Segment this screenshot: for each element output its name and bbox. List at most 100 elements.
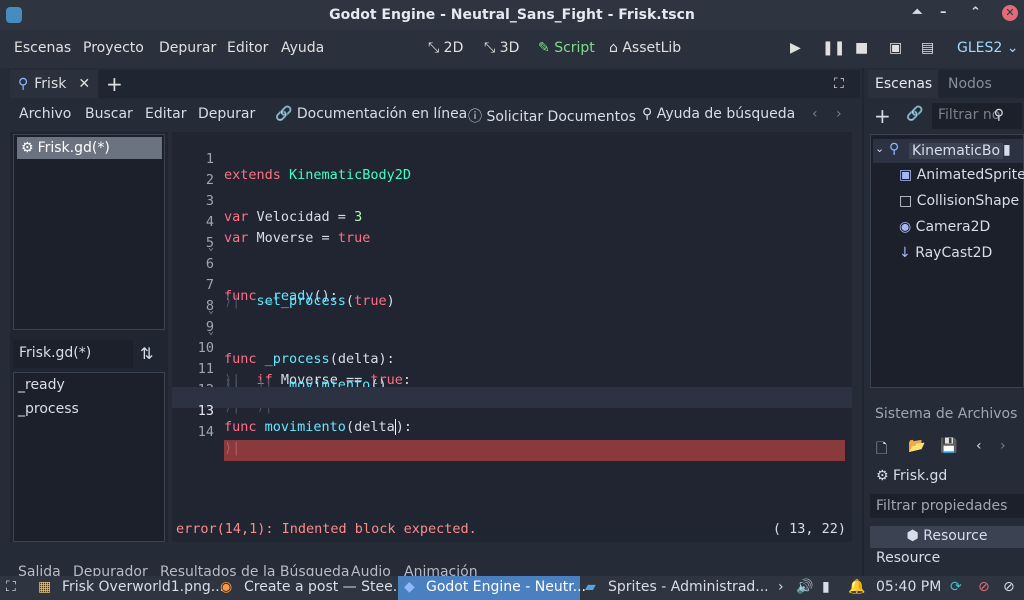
add-node-icon[interactable]: + xyxy=(874,104,891,128)
tab-audio[interactable]: Audio xyxy=(351,564,391,576)
folder-icon: ▰ xyxy=(585,579,596,595)
updater-icon[interactable]: ⟳ xyxy=(950,579,962,595)
title-bar: Godot Engine - Neutral_Sans_Fight - Fris… xyxy=(0,0,1024,30)
instance-link-icon[interactable]: 🔗 xyxy=(906,106,923,122)
play-scene-icon[interactable]: ▣ xyxy=(889,40,902,56)
code-line: 5 xyxy=(172,219,852,251)
mode-2d-button[interactable]: ⤡ 2D xyxy=(428,40,463,56)
kinematic-body-icon: ⚲ xyxy=(889,141,900,157)
save-icon[interactable]: 💾 xyxy=(940,438,957,454)
distraction-free-icon[interactable]: ⛶ xyxy=(834,70,844,98)
mode-script-label: Script xyxy=(554,40,595,56)
tree-node-animatedsprite[interactable]: ▣ AnimatedSprite xyxy=(899,167,1024,183)
tab-animacion[interactable]: Animación xyxy=(404,564,478,576)
renderer-select[interactable]: GLES2 ⌄ xyxy=(957,40,1018,56)
code-line: 9 ⌄ func _process(delta): xyxy=(172,303,852,367)
sort-icon[interactable]: ⇅ xyxy=(140,344,153,363)
maximize-icon[interactable]: ⌃ xyxy=(970,5,981,20)
history-back-icon[interactable]: ‹ xyxy=(812,106,818,122)
menu-archivo[interactable]: Archivo xyxy=(19,106,71,122)
mode-assetlib-button[interactable]: ⌂ AssetLib xyxy=(609,40,681,56)
node-filter-input[interactable]: Filtrar no ⚲ xyxy=(932,103,1022,129)
error-message[interactable]: error(14,1): Indented block expected. xyxy=(176,521,477,537)
menu-proyecto[interactable]: Proyecto xyxy=(83,40,144,56)
menu-editar[interactable]: Editar xyxy=(145,106,186,122)
tree-node-raycast2d[interactable]: ↓ RayCast2D xyxy=(899,245,992,261)
menu-depurar-script[interactable]: Depurar xyxy=(198,106,255,122)
tab-frisk[interactable]: ⚲ Frisk ✕ xyxy=(10,70,98,98)
resource-category[interactable]: Resource xyxy=(876,550,940,566)
minimize-icon[interactable]: – xyxy=(940,5,947,20)
filter-properties-input[interactable]: Filtrar propiedades xyxy=(870,494,1024,518)
tab-nodos[interactable]: Nodos xyxy=(948,76,992,92)
new-resource-icon[interactable]: 🗋 xyxy=(876,438,887,462)
methods-filter-field[interactable]: Frisk.gd(*) xyxy=(13,340,133,368)
close-tab-icon[interactable]: ✕ xyxy=(78,76,90,92)
battery-icon[interactable]: ▮ xyxy=(822,579,830,595)
fold-arrow-icon[interactable]: ⌄ xyxy=(208,326,214,337)
resource-section-header[interactable]: ⬢ Resource xyxy=(870,526,1024,548)
inspector-toolbar: 🗋 📂 💾 ‹ › xyxy=(868,434,1024,462)
fold-arrow-icon[interactable]: ⌄ xyxy=(208,305,214,316)
tab-escenas[interactable]: Escenas xyxy=(868,70,938,98)
taskbar-item-frisk[interactable]: Frisk Overworld1.png... xyxy=(62,579,224,595)
mode-script-button[interactable]: ✎ Script xyxy=(538,40,595,56)
tray-expand-icon[interactable]: › xyxy=(778,579,784,595)
gear-icon: ⚙ xyxy=(876,468,889,484)
tab-resultados[interactable]: Resultados de la Búsqueda xyxy=(160,564,350,576)
history-forward-icon[interactable]: › xyxy=(836,106,842,122)
inspected-object-label: Frisk.gd xyxy=(893,468,948,484)
taskbar-item-post[interactable]: Create a post — Stee... xyxy=(244,579,406,595)
clock[interactable]: 05:40 PM xyxy=(876,579,941,595)
tab-depurador[interactable]: Depurador xyxy=(73,564,148,576)
block-icon[interactable]: ⊘ xyxy=(1003,579,1015,595)
online-docs-button[interactable]: 🔗 Documentación en línea xyxy=(275,106,467,122)
code-line-current: 13 func movimiento(delta): xyxy=(172,387,852,435)
menu-editor[interactable]: Editor xyxy=(227,40,268,56)
method-ready[interactable]: _ready xyxy=(18,377,65,393)
code-line: 4 var Moverse = true xyxy=(172,198,852,246)
stop-tray-icon[interactable]: ⊘ xyxy=(978,579,990,595)
fold-arrow-icon[interactable]: ⌄ xyxy=(208,242,214,253)
search-icon: ⚲ xyxy=(993,107,1004,123)
history-forward-icon[interactable]: › xyxy=(1000,438,1006,454)
window-title: Godot Engine - Neutral_Sans_Fight - Fris… xyxy=(329,7,695,23)
tree-node-label: RayCast2D xyxy=(915,245,993,261)
add-tab-icon[interactable]: + xyxy=(106,70,123,98)
tab-salida[interactable]: Salida xyxy=(18,564,61,576)
taskbar-item-sprites[interactable]: Sprites - Administrad... xyxy=(608,579,769,595)
taskbar-item-godot-active[interactable]: ◆ Godot Engine - Neutr... xyxy=(398,576,586,600)
tree-node-camera2d[interactable]: ◉ Camera2D xyxy=(899,219,990,235)
stop-icon[interactable]: ■ xyxy=(855,40,868,56)
play-custom-scene-icon[interactable]: ▤ xyxy=(921,40,934,56)
volume-icon[interactable]: 🔊 xyxy=(796,579,813,595)
menu-buscar[interactable]: Buscar xyxy=(85,106,133,122)
mode-3d-button[interactable]: ⤡ 3D xyxy=(484,40,519,56)
pause-icon[interactable]: ❚❚ xyxy=(822,40,845,56)
script-icon[interactable]: ▮ xyxy=(1003,142,1011,158)
menu-bar: Escenas Proyecto Depurar Editor Ayuda ⤡ … xyxy=(0,30,1024,68)
search-help-button[interactable]: ⚲ Ayuda de búsqueda xyxy=(642,106,795,122)
tree-node-label: CollisionShape xyxy=(916,193,1020,209)
play-icon[interactable]: ▶ xyxy=(790,40,801,56)
keep-above-icon[interactable]: ⏶ xyxy=(912,5,922,20)
method-process[interactable]: _process xyxy=(18,401,79,417)
gear-icon: ⚙ xyxy=(21,140,34,156)
close-window-icon[interactable]: ✕ xyxy=(1002,5,1018,21)
tree-node-root[interactable]: ⌄ ⚲ KinematicBo ▮ xyxy=(873,139,1023,163)
request-docs-button[interactable]: ⓘ Solicitar Documentos xyxy=(468,106,636,126)
script-icon: ✎ xyxy=(538,40,550,56)
menu-ayuda[interactable]: Ayuda xyxy=(281,40,324,56)
app-launcher-icon[interactable]: ⛶ xyxy=(6,579,16,595)
code-editor[interactable]: 1 extends KinematicBody2D 2 3 var Veloci… xyxy=(172,132,852,516)
open-folder-icon[interactable]: 📂 xyxy=(908,438,925,454)
bottom-panel-tabs: Salida Depurador Resultados de la Búsque… xyxy=(10,556,860,576)
notifications-icon[interactable]: 🔔 xyxy=(848,579,865,595)
history-back-icon[interactable]: ‹ xyxy=(976,438,982,454)
scene-tabs: ⚲ Frisk ✕ + ⛶ xyxy=(10,70,860,98)
script-item-frisk[interactable]: ⚙ Frisk.gd(*) xyxy=(17,137,162,159)
menu-escenas[interactable]: Escenas xyxy=(14,40,71,56)
filesystem-dock-header[interactable]: Sistema de Archivos xyxy=(868,402,1024,426)
menu-depurar[interactable]: Depurar xyxy=(159,40,216,56)
tree-node-collisionshape[interactable]: □ CollisionShape xyxy=(899,193,1019,209)
